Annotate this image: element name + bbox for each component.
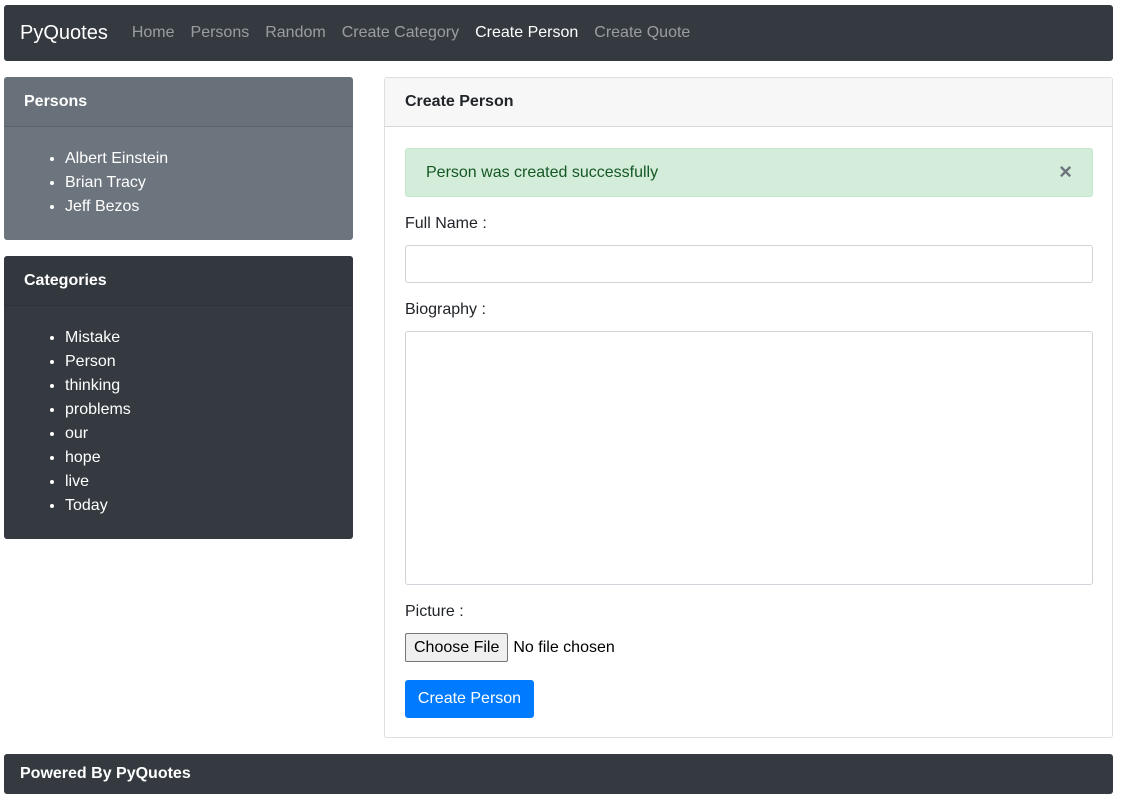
nav-link-create-quote[interactable]: Create Quote (594, 24, 690, 42)
categories-list: Mistake Person thinking problems our hop… (4, 306, 353, 518)
category-item: Today (65, 494, 333, 518)
person-item: Albert Einstein (65, 147, 333, 171)
category-item: Mistake (65, 326, 333, 350)
picture-file-input: Choose File No file chosen (405, 633, 615, 662)
success-alert: Person was created successfully × (405, 148, 1093, 197)
create-person-button[interactable]: Create Person (405, 680, 534, 718)
person-item: Brian Tracy (65, 171, 333, 195)
nav-link-random[interactable]: Random (265, 24, 325, 42)
success-alert-message: Person was created successfully (426, 163, 659, 181)
brand-link[interactable]: PyQuotes (20, 22, 108, 45)
top-navbar: PyQuotes Home Persons Random Create Cate… (4, 5, 1113, 61)
picture-label: Picture : (405, 603, 464, 620)
nav-link-create-category[interactable]: Create Category (342, 24, 459, 42)
nav-link-create-person[interactable]: Create Person (475, 24, 578, 42)
footer: Powered By PyQuotes (4, 754, 1113, 794)
categories-card-title: Categories (4, 256, 353, 306)
footer-text: Powered By PyQuotes (20, 765, 191, 782)
persons-list: Albert Einstein Brian Tracy Jeff Bezos (4, 127, 353, 219)
create-person-card: Create Person Person was created success… (384, 77, 1113, 738)
nav-link-home[interactable]: Home (132, 24, 175, 42)
biography-label: Biography : (405, 301, 486, 318)
category-item: thinking (65, 374, 333, 398)
category-item: Person (65, 350, 333, 374)
category-item: hope (65, 446, 333, 470)
full-name-input[interactable] (405, 245, 1093, 283)
full-name-label: Full Name : (405, 215, 487, 232)
biography-textarea[interactable] (405, 331, 1093, 585)
nav-link-persons[interactable]: Persons (191, 24, 250, 42)
close-icon[interactable]: × (1059, 161, 1072, 183)
category-item: our (65, 422, 333, 446)
category-item: problems (65, 398, 333, 422)
person-item: Jeff Bezos (65, 195, 333, 219)
file-status-text: No file chosen (513, 638, 615, 656)
category-item: live (65, 470, 333, 494)
choose-file-button[interactable]: Choose File (405, 633, 509, 662)
persons-card: Persons Albert Einstein Brian Tracy Jeff… (4, 77, 353, 240)
persons-card-title: Persons (4, 77, 353, 127)
categories-card: Categories Mistake Person thinking probl… (4, 256, 353, 539)
create-person-card-title: Create Person (385, 78, 1112, 127)
